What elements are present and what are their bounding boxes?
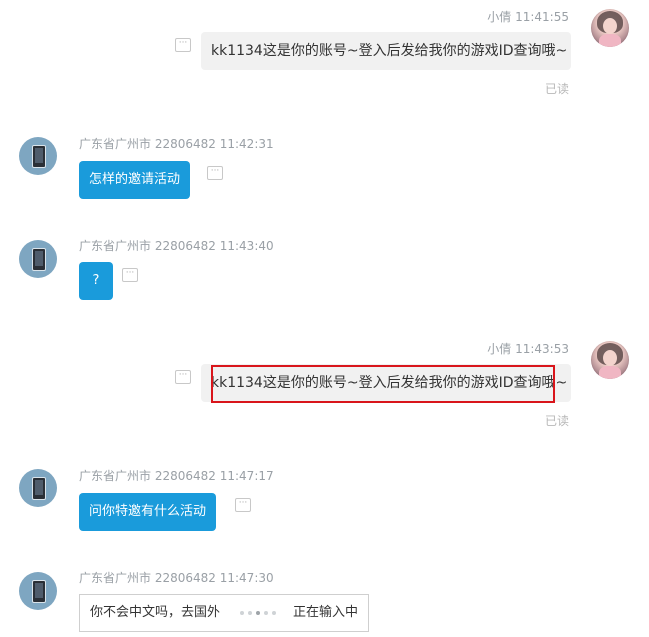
message-time: 11:42:31 <box>219 137 274 151</box>
highlight-box <box>211 365 555 403</box>
visitor-avatar <box>19 240 57 278</box>
sender-name: 广东省广州市 22806482 <box>79 469 216 483</box>
phone-icon <box>32 580 46 603</box>
phone-icon <box>32 248 46 271</box>
agent-message-bubble: kk1134这是你的账号~登入后发给我你的游戏ID查询哦~ <box>201 32 571 70</box>
visitor-avatar <box>19 572 57 610</box>
agent-avatar <box>591 9 629 47</box>
message-time: 11:47:30 <box>219 571 274 585</box>
more-options-icon[interactable]: ··· <box>175 370 191 384</box>
sender-name: 广东省广州市 22806482 <box>79 571 216 585</box>
visitor-message-meta: 广东省广州市 22806482 11:47:17 <box>79 467 274 484</box>
visitor-message-meta: 广东省广州市 22806482 11:43:40 <box>79 237 274 254</box>
sender-name: 广东省广州市 22806482 <box>79 137 216 151</box>
more-options-icon[interactable]: ··· <box>207 166 223 180</box>
typing-preview-text: 你不会中文吗，去国外 <box>90 605 221 620</box>
phone-icon <box>32 477 46 500</box>
message-time: 11:41:55 <box>515 10 569 24</box>
read-status: 已读 <box>545 414 570 428</box>
message-time: 11:43:40 <box>219 239 274 253</box>
visitor-message-bubble: ? <box>79 262 113 300</box>
sender-name: 小倩 <box>487 342 512 356</box>
visitor-message-meta: 广东省广州市 22806482 11:42:31 <box>79 135 274 152</box>
message-time: 11:43:53 <box>515 342 569 356</box>
visitor-message-bubble: 问你特邀有什么活动 <box>79 493 217 531</box>
more-options-icon[interactable]: ··· <box>175 38 191 52</box>
read-status: 已读 <box>545 82 570 96</box>
more-options-icon[interactable]: ··· <box>235 498 251 512</box>
visitor-avatar <box>19 137 57 175</box>
typing-status: 正在输入中 <box>293 605 359 620</box>
agent-message-meta: 小倩 11:43:53 <box>487 340 569 357</box>
typing-bubble: 你不会中文吗，去国外 正在输入中 <box>79 594 369 632</box>
more-options-icon[interactable]: ··· <box>122 268 138 282</box>
sender-name: 广东省广州市 22806482 <box>79 239 216 253</box>
message-time: 11:47:17 <box>219 469 274 483</box>
phone-icon <box>32 145 46 168</box>
agent-message-meta: 小倩 11:41:55 <box>487 8 569 25</box>
agent-avatar <box>591 341 629 379</box>
visitor-message-bubble: 怎样的邀请活动 <box>79 161 191 199</box>
visitor-message-meta: 广东省广州市 22806482 11:47:30 <box>79 569 274 586</box>
typing-dots-icon <box>240 595 280 631</box>
sender-name: 小倩 <box>487 10 512 24</box>
visitor-avatar <box>19 469 57 507</box>
